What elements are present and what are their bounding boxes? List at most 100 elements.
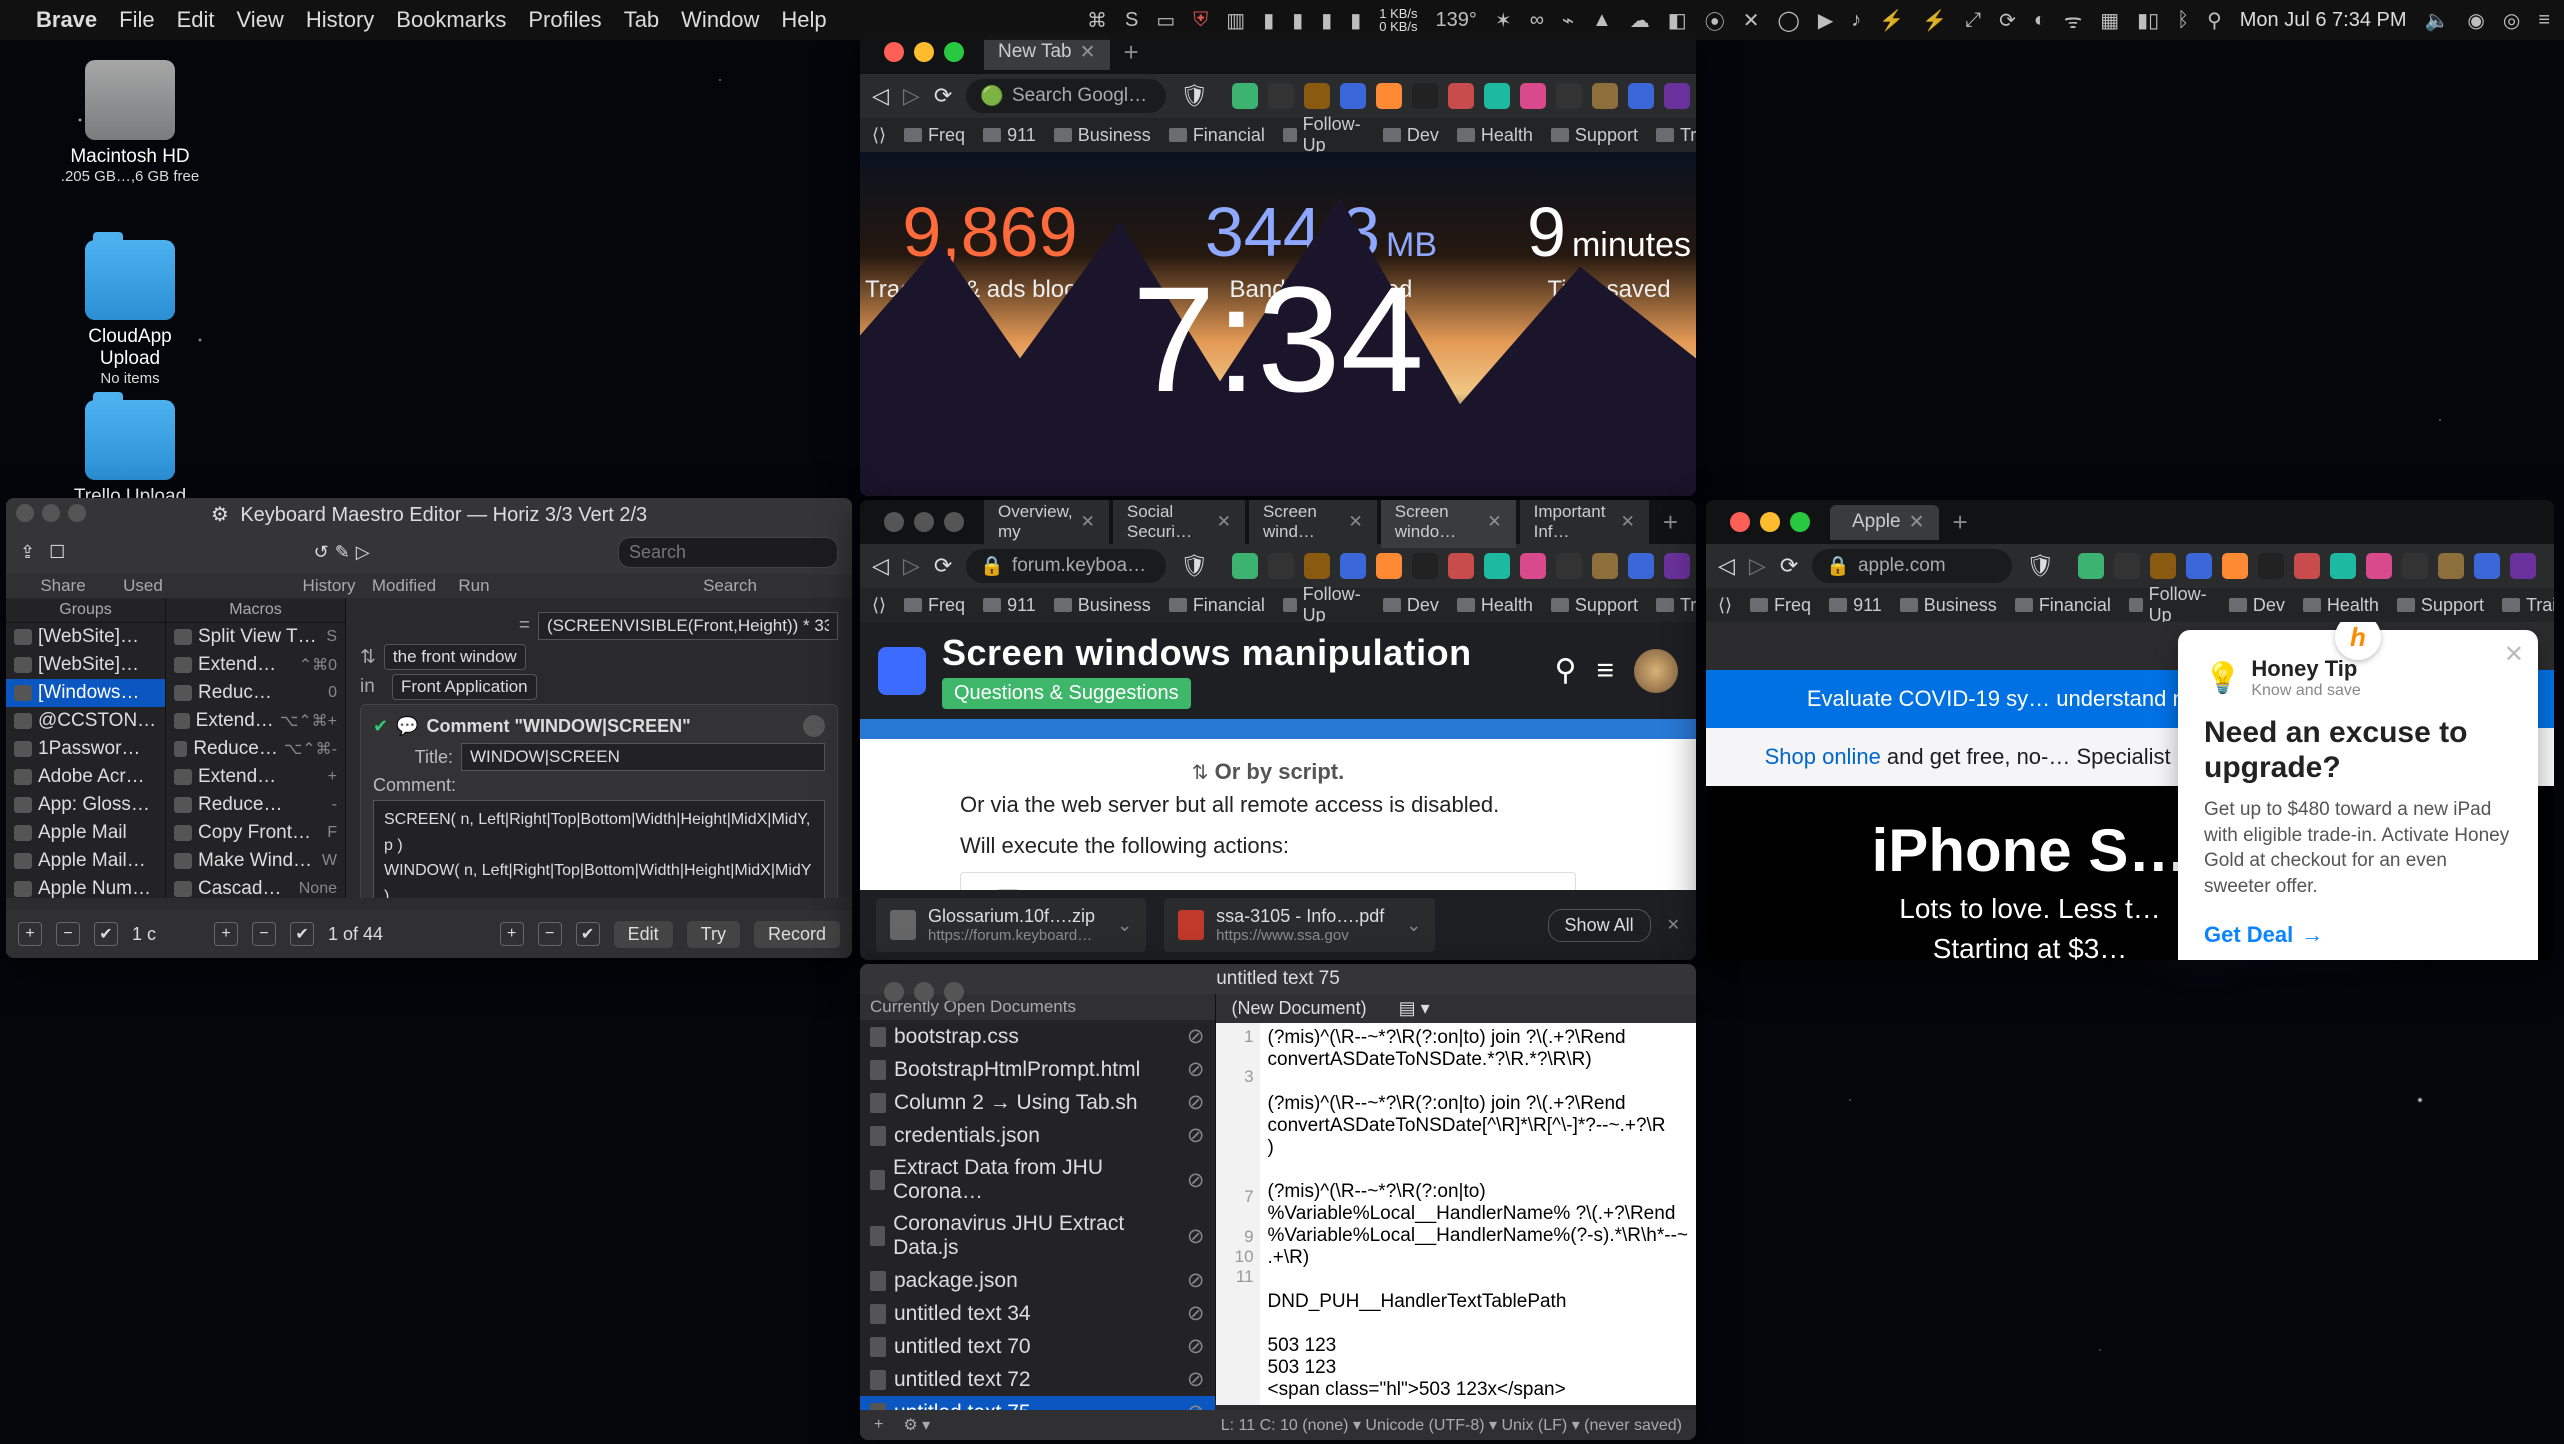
close-tab-icon[interactable]: ✕ bbox=[1909, 511, 1925, 534]
extension-icon[interactable] bbox=[2114, 553, 2140, 579]
address-bar[interactable]: 🔒apple.com bbox=[1812, 549, 2012, 583]
bluetooth-icon[interactable]: ᛒ bbox=[2177, 9, 2189, 32]
bookmark-folder[interactable]: Support bbox=[1551, 595, 1638, 616]
shop-online-link[interactable]: Shop online bbox=[1765, 744, 1881, 769]
bookmark-folder[interactable]: Follow-Up bbox=[1283, 114, 1365, 156]
status-icon[interactable]: ▮ bbox=[1350, 8, 1361, 33]
modified-button[interactable]: ✎ bbox=[335, 542, 350, 563]
remove-macro[interactable]: − bbox=[252, 922, 276, 946]
bookmark-folder[interactable]: Health bbox=[1457, 125, 1533, 146]
status-icon[interactable]: ◎ bbox=[2503, 8, 2520, 33]
close-tab-icon[interactable]: ✕ bbox=[1348, 512, 1362, 532]
status-icon[interactable]: ▥ bbox=[1226, 8, 1245, 33]
sidebar-config[interactable]: ⚙︎ ▾ bbox=[903, 1415, 930, 1435]
record-button[interactable]: Record bbox=[754, 921, 840, 948]
extension-icon[interactable] bbox=[1412, 83, 1438, 109]
forward-button[interactable]: ▷ bbox=[903, 83, 920, 109]
close-downloads-bar[interactable]: ✕ bbox=[1667, 915, 1680, 935]
km-expr-field[interactable] bbox=[538, 612, 838, 640]
document-row[interactable]: credentials.json⊘ bbox=[860, 1119, 1215, 1152]
shields-icon[interactable]: 🛡 bbox=[1180, 83, 1208, 109]
status-icon[interactable]: ⚡ bbox=[1922, 8, 1947, 33]
extension-icon[interactable] bbox=[1448, 553, 1474, 579]
bookmark-folder[interactable]: Training bbox=[1656, 125, 1696, 146]
bookmark-folder[interactable]: Financial bbox=[1169, 125, 1265, 146]
new-tab-button[interactable]: + bbox=[1945, 507, 1976, 538]
reload-button[interactable]: ⟳ bbox=[934, 83, 952, 109]
bookmark-folder[interactable]: Health bbox=[2303, 595, 2379, 616]
history-button[interactable]: ↺ bbox=[314, 542, 329, 563]
status-icon[interactable]: ✶ bbox=[1495, 8, 1512, 33]
try-button[interactable]: Try bbox=[687, 921, 740, 948]
extension-icon[interactable] bbox=[2402, 553, 2428, 579]
extension-icon[interactable] bbox=[1484, 83, 1510, 109]
document-row[interactable]: BootstrapHtmlPrompt.html⊘ bbox=[860, 1053, 1215, 1086]
category-badge[interactable]: Questions & Suggestions bbox=[942, 678, 1191, 709]
enable-group[interactable]: ✔ bbox=[94, 922, 118, 946]
status-icon[interactable]: ⟳ bbox=[1999, 8, 2016, 33]
extension-icon[interactable] bbox=[1340, 83, 1366, 109]
km-group-row[interactable]: App: Gloss… bbox=[6, 791, 165, 819]
bookmark-folder[interactable]: Follow-Up bbox=[1283, 584, 1365, 626]
status-icon[interactable]: ▶ bbox=[1818, 8, 1833, 33]
bookmark-folder[interactable]: Financial bbox=[2015, 595, 2111, 616]
keyboard-maestro-window[interactable]: ⚙︎ Keyboard Maestro Editor — Horiz 3/3 V… bbox=[6, 498, 852, 958]
desktop-icon-cloudapp[interactable]: CloudApp Upload No items bbox=[60, 240, 200, 387]
browser-tab[interactable]: Important Inf…✕ bbox=[1520, 500, 1649, 548]
edit-button[interactable]: Edit bbox=[614, 921, 673, 948]
sidebar-add[interactable]: + bbox=[874, 1416, 883, 1434]
km-group-row[interactable]: Apple Mail… bbox=[6, 847, 165, 875]
extension-icon[interactable] bbox=[1232, 553, 1258, 579]
extension-icon[interactable] bbox=[1628, 553, 1654, 579]
close-tab-icon[interactable]: ✕ bbox=[1081, 512, 1095, 532]
forward-button[interactable]: ▷ bbox=[903, 553, 920, 579]
km-macro-row[interactable]: Reduce…- bbox=[166, 791, 345, 819]
bookmark-folder[interactable]: Business bbox=[1054, 125, 1151, 146]
browser-tab[interactable]: Screen windo…✕ bbox=[1381, 500, 1516, 548]
forum-logo[interactable] bbox=[878, 647, 926, 695]
back-button[interactable]: ◁ bbox=[1718, 553, 1735, 579]
bookmark-folder[interactable]: Business bbox=[1054, 595, 1151, 616]
status-icon[interactable]: ⚡ bbox=[1879, 8, 1904, 33]
used-toggle[interactable]: ☐ bbox=[49, 542, 65, 563]
bookmark-folder[interactable]: Support bbox=[1551, 125, 1638, 146]
menubar[interactable]: Brave File Edit View History Bookmarks P… bbox=[0, 0, 2564, 40]
extension-icon[interactable] bbox=[1268, 83, 1294, 109]
extension-icon[interactable] bbox=[1304, 83, 1330, 109]
traffic-lights[interactable] bbox=[870, 970, 978, 1014]
km-group-row[interactable]: Adobe Acr… bbox=[6, 763, 165, 791]
address-bar[interactable]: 🟢 Search Googl… bbox=[966, 79, 1166, 113]
extension-icon[interactable] bbox=[2150, 553, 2176, 579]
status-icon[interactable]: ⦿ bbox=[1705, 6, 1725, 35]
extension-icon[interactable] bbox=[1664, 553, 1690, 579]
extension-icon[interactable] bbox=[1556, 553, 1582, 579]
extension-icon[interactable] bbox=[1484, 553, 1510, 579]
extension-icon[interactable] bbox=[1592, 553, 1618, 579]
status-icon[interactable]: ☁ bbox=[1630, 8, 1650, 33]
extension-icon[interactable] bbox=[1304, 553, 1330, 579]
battery-icon[interactable]: ▮▯ bbox=[2137, 8, 2159, 33]
close-icon[interactable]: ✕ bbox=[2504, 640, 2524, 669]
extension-icon[interactable] bbox=[1520, 553, 1546, 579]
km-macro-row[interactable]: Copy Front…F bbox=[166, 819, 345, 847]
run-button[interactable]: ▷ bbox=[356, 542, 370, 563]
bookmark-folder[interactable]: Dev bbox=[2229, 595, 2285, 616]
bookmarks-overflow[interactable]: ⟨⟩ bbox=[872, 125, 886, 146]
bookmark-folder[interactable]: Training bbox=[2502, 595, 2554, 616]
km-app-select[interactable]: Front Application bbox=[392, 674, 537, 700]
notification-center-icon[interactable]: ≡ bbox=[2538, 9, 2550, 32]
brave-window-apple[interactable]: Apple✕ + ◁ ▷ ⟳ 🔒apple.com 🛡 ⟨⟩Freq911Bus… bbox=[1706, 500, 2554, 960]
reload-button[interactable]: ⟳ bbox=[1780, 553, 1798, 579]
km-group-row[interactable]: Apple Num… bbox=[6, 875, 165, 898]
km-macro-row[interactable]: Reduc…0 bbox=[166, 679, 345, 707]
traffic-lights[interactable] bbox=[870, 500, 978, 544]
bookmark-folder[interactable]: Follow-Up bbox=[2129, 584, 2211, 626]
km-group-row[interactable]: [WebSite]… bbox=[6, 651, 165, 679]
menu-bookmarks[interactable]: Bookmarks bbox=[396, 7, 506, 33]
search-icon[interactable]: ⚲ bbox=[1555, 653, 1577, 688]
status-icon[interactable]: ⌁ bbox=[1562, 8, 1574, 33]
clock[interactable]: Mon Jul 6 7:34 PM bbox=[2240, 9, 2407, 32]
menu-tab[interactable]: Tab bbox=[624, 7, 659, 33]
km-macro-row[interactable]: Reduce…⌥⌃⌘- bbox=[166, 735, 345, 763]
km-group-row[interactable]: @CCSTON… bbox=[6, 707, 165, 735]
